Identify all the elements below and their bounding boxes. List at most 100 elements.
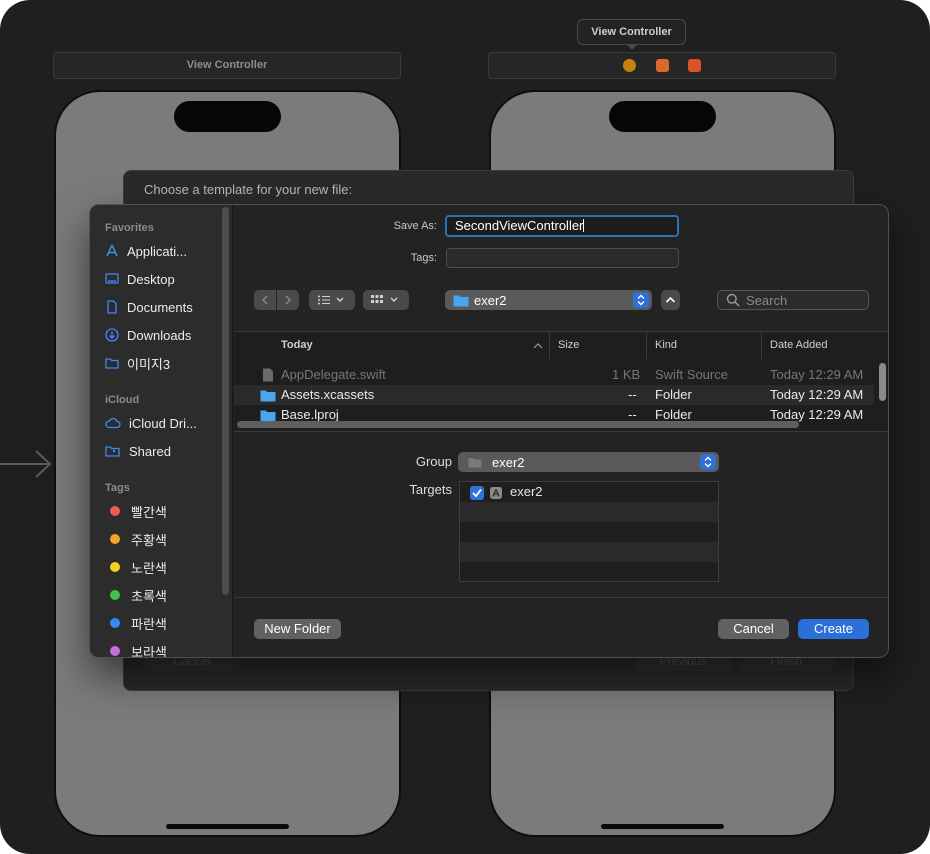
storyboard-canvas[interactable]: View Controller View Controller Choose a… bbox=[0, 0, 930, 854]
sidebar-item-icloud-drive[interactable]: iCloud Dri... bbox=[105, 412, 223, 434]
file-kind: Folder bbox=[655, 407, 692, 422]
yellow-tag-icon bbox=[110, 562, 120, 572]
text-caret bbox=[583, 219, 585, 232]
sidebar-item-label: iCloud Dri... bbox=[129, 415, 197, 431]
sidebar-tag-purple[interactable]: 보라색 bbox=[105, 640, 223, 657]
icloud-header: iCloud bbox=[105, 394, 140, 406]
green-tag-icon bbox=[110, 590, 120, 600]
view-controller-icon[interactable] bbox=[623, 59, 636, 72]
sidebar-scrollbar[interactable] bbox=[222, 207, 229, 595]
swift-file-icon bbox=[263, 368, 273, 382]
targets-list: exer2 bbox=[459, 481, 719, 582]
chevron-left-icon bbox=[262, 295, 268, 305]
tags-input[interactable] bbox=[446, 248, 679, 268]
grid-view-button[interactable] bbox=[363, 290, 409, 310]
save-as-value: SecondViewController bbox=[455, 218, 584, 233]
target-name: exer2 bbox=[510, 484, 543, 499]
group-popup[interactable]: exer2 bbox=[458, 452, 719, 472]
column-name-label: Today bbox=[281, 339, 313, 351]
tag-label: 초록색 bbox=[131, 588, 167, 604]
file-kind: Folder bbox=[655, 387, 692, 402]
file-size: -- bbox=[628, 387, 637, 402]
left-scene-title: View Controller bbox=[186, 59, 268, 71]
file-kind: Swift Source bbox=[655, 367, 728, 382]
file-row[interactable]: Assets.xcassets -- Folder Today 12:29 AM bbox=[234, 385, 874, 405]
file-name: Base.lproj bbox=[281, 407, 339, 422]
red-tag-icon bbox=[110, 506, 120, 516]
home-indicator bbox=[166, 824, 289, 829]
grid-view-icon bbox=[371, 295, 398, 303]
save-as-input[interactable]: SecondViewController bbox=[445, 215, 679, 237]
vertical-scrollbar[interactable] bbox=[879, 363, 886, 401]
popup-stepper-icon bbox=[633, 292, 649, 308]
targets-label: Targets bbox=[409, 482, 452, 497]
left-scene-title-bar[interactable]: View Controller bbox=[53, 52, 401, 79]
sidebar-tag-green[interactable]: 초록색 bbox=[105, 584, 223, 606]
create-button[interactable]: Create bbox=[798, 619, 869, 639]
document-icon bbox=[107, 300, 117, 314]
template-sheet-title: Choose a template for your new file: bbox=[144, 182, 353, 197]
sidebar-item-applications[interactable]: Applicati... bbox=[105, 240, 223, 262]
sidebar-item-documents[interactable]: Documents bbox=[105, 296, 223, 318]
target-checkbox[interactable] bbox=[470, 486, 484, 500]
column-header-size[interactable]: Size bbox=[550, 332, 647, 359]
sidebar-item-desktop[interactable]: Desktop bbox=[105, 268, 223, 290]
purple-tag-icon bbox=[110, 646, 120, 656]
sidebar-tag-blue[interactable]: 파란색 bbox=[105, 612, 223, 634]
save-dialog: Favorites Applicati... Desktop Documents… bbox=[89, 204, 889, 658]
tags-header: Tags bbox=[105, 482, 130, 494]
cancel-button[interactable]: Cancel bbox=[718, 619, 789, 639]
tag-label: 빨간색 bbox=[131, 504, 167, 520]
location-value: exer2 bbox=[474, 292, 507, 308]
file-date: Today 12:29 AM bbox=[770, 367, 864, 382]
horizontal-scrollbar[interactable] bbox=[237, 421, 799, 428]
entry-point-arrow-icon[interactable] bbox=[0, 448, 56, 480]
exit-icon[interactable] bbox=[688, 59, 701, 72]
checkmark-icon bbox=[472, 488, 482, 498]
tag-label: 노란색 bbox=[131, 560, 167, 576]
location-popup[interactable]: exer2 bbox=[445, 290, 652, 310]
empty-row bbox=[460, 502, 718, 522]
list-view-button[interactable] bbox=[309, 290, 355, 310]
cloud-icon bbox=[105, 417, 121, 429]
target-row[interactable]: exer2 bbox=[460, 482, 718, 502]
sidebar-item-shared[interactable]: Shared bbox=[105, 440, 223, 462]
divider bbox=[234, 597, 888, 598]
sidebar-item-label: Documents bbox=[127, 299, 193, 315]
file-row[interactable]: AppDelegate.swift 1 KB Swift Source Toda… bbox=[234, 365, 874, 385]
orange-tag-icon bbox=[110, 534, 120, 544]
back-button[interactable] bbox=[254, 290, 276, 310]
sidebar-item-label: Shared bbox=[129, 443, 171, 459]
home-indicator bbox=[601, 824, 724, 829]
sidebar: Favorites Applicati... Desktop Documents… bbox=[90, 205, 233, 657]
folder-icon bbox=[260, 390, 276, 402]
sidebar-item-downloads[interactable]: Downloads bbox=[105, 324, 223, 346]
sidebar-item-label: Desktop bbox=[127, 271, 175, 287]
applications-icon bbox=[106, 244, 118, 257]
scene-tooltip: View Controller bbox=[577, 19, 686, 50]
file-name: Assets.xcassets bbox=[281, 387, 375, 402]
first-responder-icon[interactable] bbox=[656, 59, 669, 72]
sidebar-item-label: 이미지3 bbox=[127, 356, 171, 372]
blue-tag-icon bbox=[110, 618, 120, 628]
file-date: Today 12:29 AM bbox=[770, 387, 864, 402]
collapse-button[interactable] bbox=[661, 290, 680, 310]
search-placeholder: Search bbox=[746, 292, 788, 308]
file-date: Today 12:29 AM bbox=[770, 407, 864, 422]
sidebar-tag-orange[interactable]: 주황색 bbox=[105, 528, 223, 550]
sidebar-item-images[interactable]: 이미지3 bbox=[105, 352, 223, 374]
list-view-icon bbox=[318, 295, 344, 305]
column-header-kind[interactable]: Kind bbox=[647, 332, 762, 359]
search-icon bbox=[726, 293, 740, 307]
sidebar-item-label: Downloads bbox=[127, 327, 192, 343]
sidebar-item-label: Applicati... bbox=[127, 243, 187, 259]
new-folder-button[interactable]: New Folder bbox=[254, 619, 341, 639]
column-header-name[interactable]: Today bbox=[234, 332, 550, 359]
save-as-label: Save As: bbox=[393, 220, 437, 232]
column-header-date[interactable]: Date Added bbox=[762, 332, 888, 359]
folder-icon bbox=[468, 457, 482, 467]
forward-button[interactable] bbox=[277, 290, 299, 310]
search-input[interactable]: Search bbox=[717, 290, 869, 310]
sidebar-tag-yellow[interactable]: 노란색 bbox=[105, 556, 223, 578]
sidebar-tag-red[interactable]: 빨간색 bbox=[105, 500, 223, 522]
